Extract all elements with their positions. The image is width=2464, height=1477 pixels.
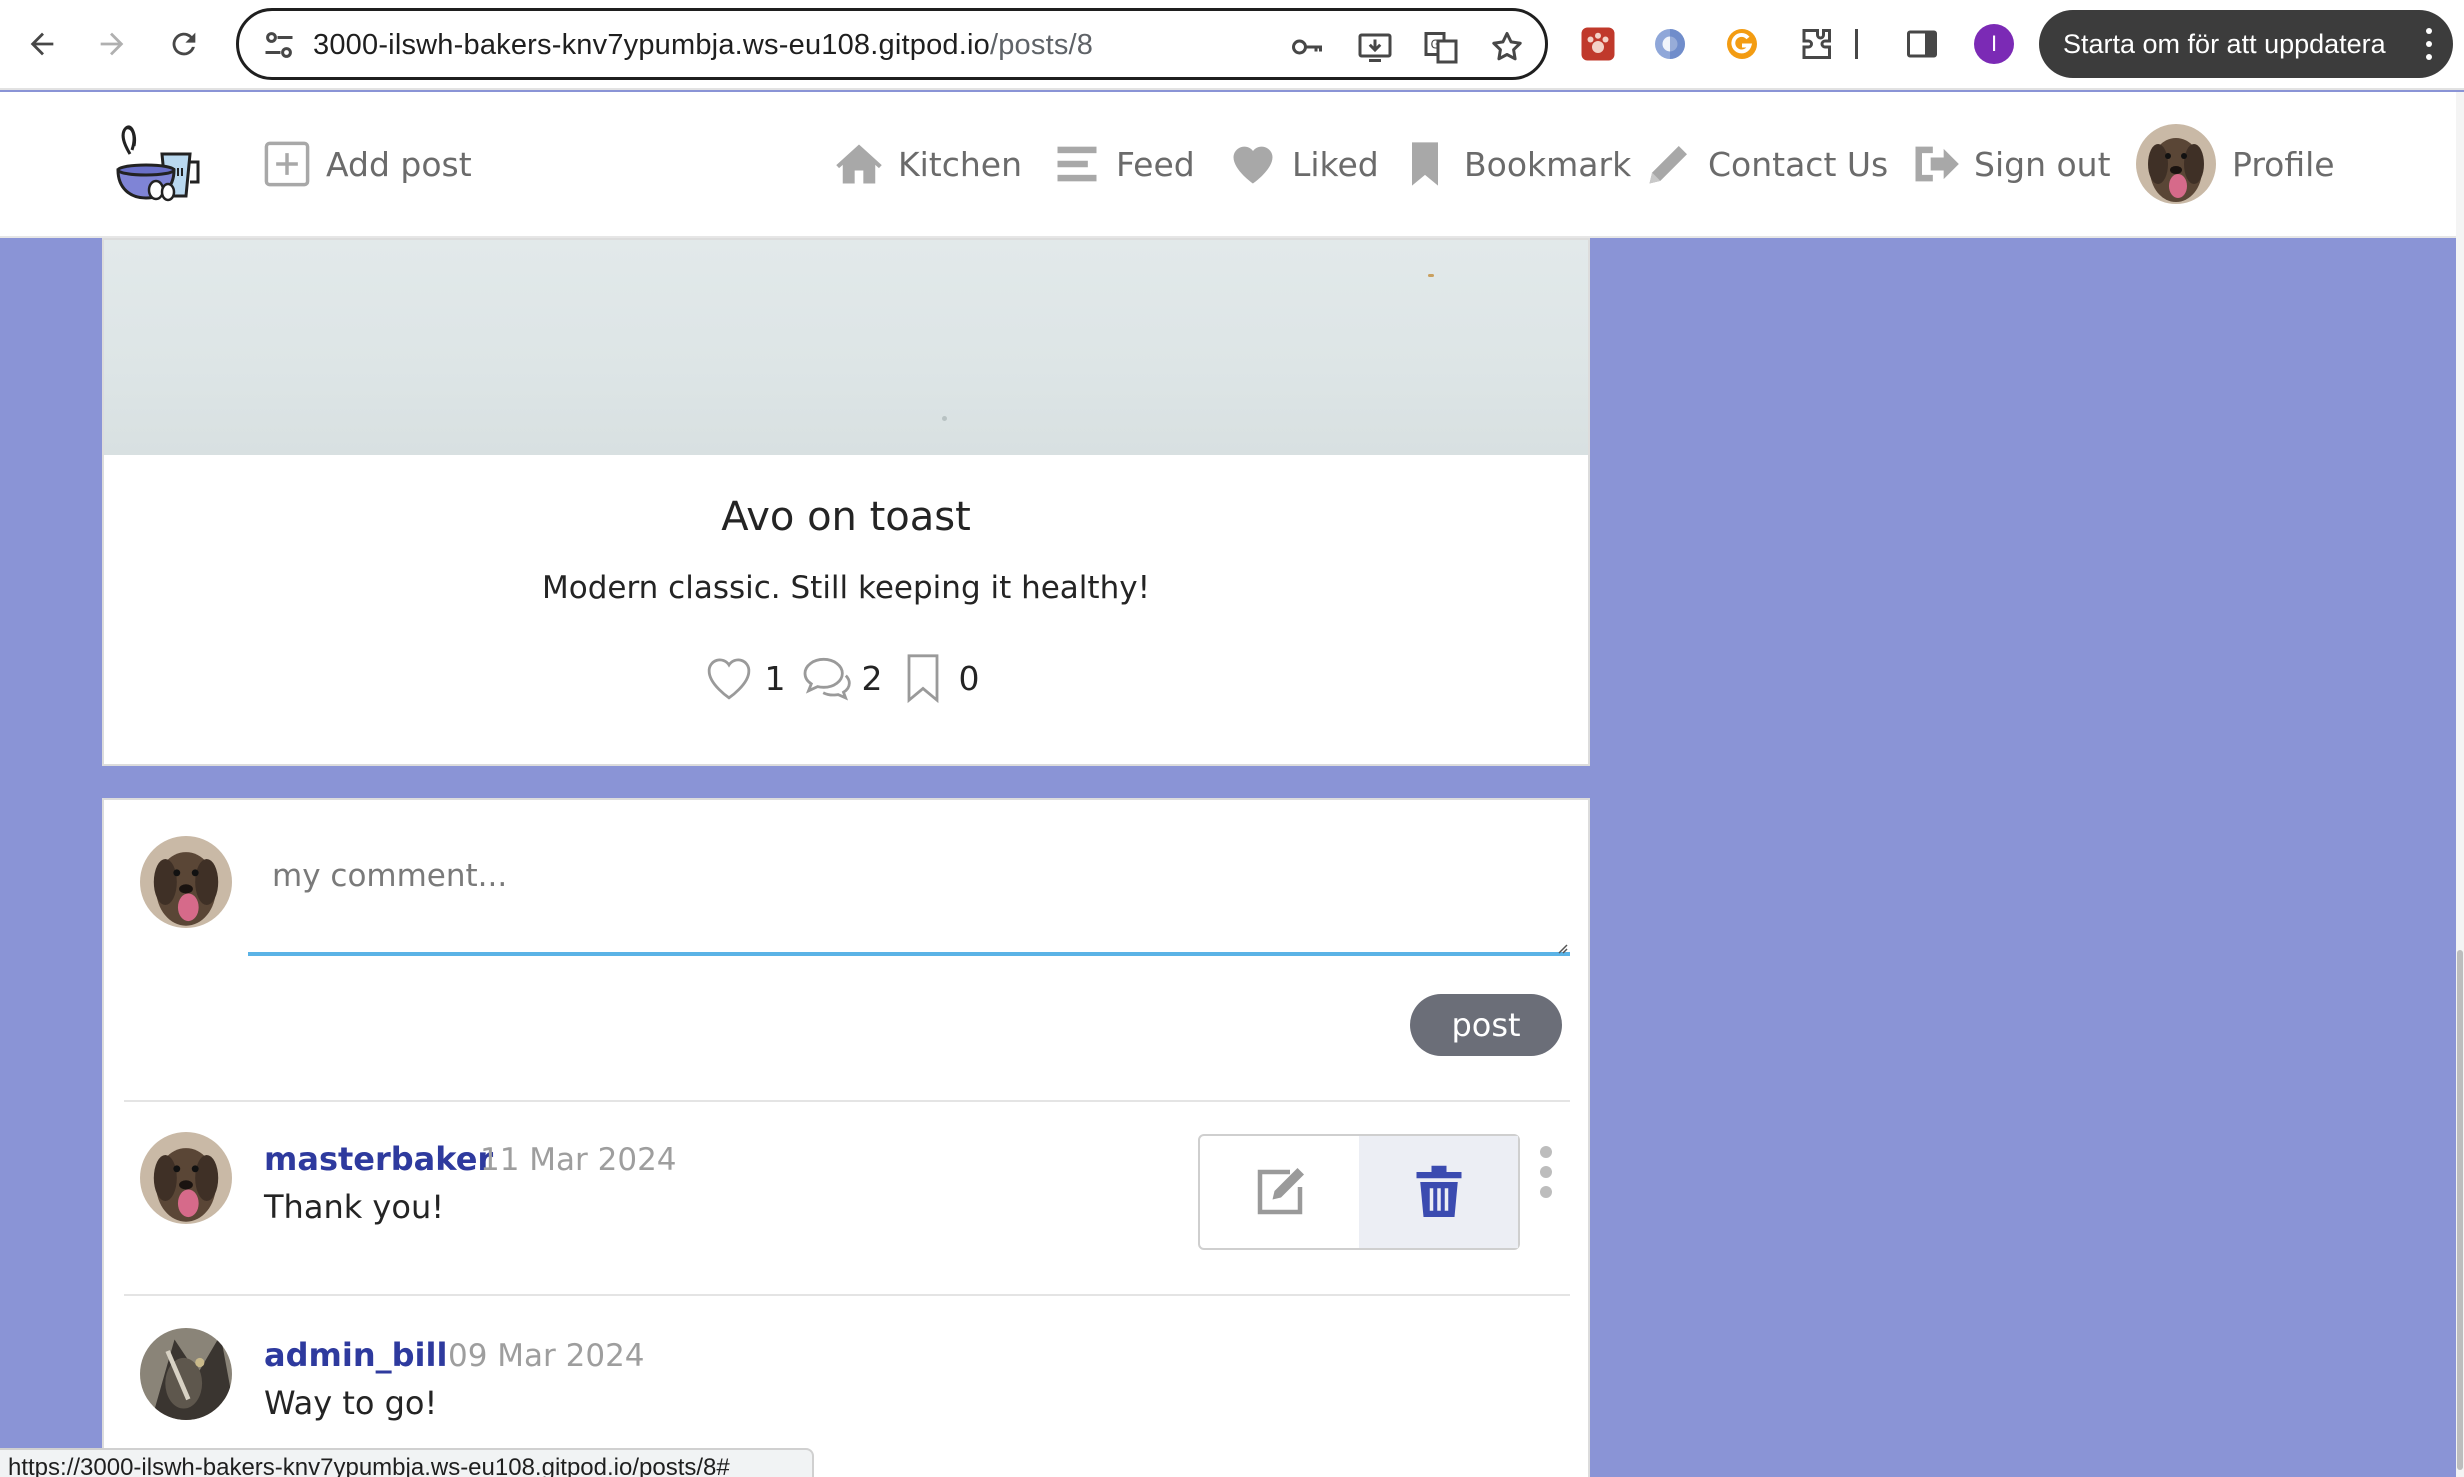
arrow-left-icon (30, 32, 54, 56)
more-vertical-icon (2426, 28, 2432, 60)
pencil-icon (1642, 137, 1696, 191)
edit-icon (1257, 1168, 1304, 1215)
svg-text:G: G (1431, 38, 1440, 52)
comment-actions-dropdown (1198, 1134, 1520, 1250)
comment-author-link[interactable]: masterbaker (264, 1140, 493, 1178)
post-title: Avo on toast (721, 494, 971, 540)
extension-g-icon[interactable] (1720, 22, 1764, 66)
nav-add-post-label: Add post (326, 144, 472, 184)
nav-add-post[interactable]: Add post (260, 134, 472, 194)
browser-toolbar: 3000-ilswh-bakers-knv7ypumbja.ws-eu108.g… (0, 0, 2464, 90)
dog-avatar-icon (2136, 124, 2216, 204)
bookmarks-count: 0 (958, 658, 980, 698)
post-comment-button[interactable]: post (1410, 994, 1562, 1056)
delete-comment-button[interactable] (1359, 1136, 1518, 1248)
avatar[interactable] (140, 836, 232, 928)
side-panel-icon[interactable] (1900, 22, 1944, 66)
nav-sign-out-label: Sign out (1974, 144, 2111, 184)
toolbar-separator (1846, 22, 1866, 66)
avatar (2136, 124, 2216, 204)
arrow-right-icon (100, 32, 124, 56)
resize-grip-icon[interactable] (1554, 940, 1568, 954)
forward-button[interactable] (88, 20, 136, 68)
nav-feed[interactable]: Feed (1050, 134, 1195, 194)
dog-avatar-icon (140, 836, 232, 928)
comment-text: Way to go! (264, 1384, 438, 1422)
nav-profile-label: Profile (2232, 144, 2335, 184)
heart-outline-icon[interactable] (701, 650, 757, 706)
comment-author-link[interactable]: admin_bill (264, 1336, 447, 1374)
url-host: 3000-ilswh-bakers-knv7ypumbja.ws-eu108.g… (313, 29, 990, 61)
sign-out-icon (1908, 137, 1962, 191)
star-icon[interactable] (1489, 29, 1525, 65)
browser-profile-avatar[interactable]: I (1972, 22, 2016, 66)
link-status-bar: https://3000-ilswh-bakers-knv7ypumbja.ws… (0, 1448, 814, 1477)
comment-date: 09 Mar 2024 (448, 1338, 645, 1374)
bakery-logo-icon[interactable] (112, 124, 208, 208)
site-settings-icon[interactable] (261, 27, 297, 63)
heart-icon (1226, 137, 1280, 191)
nav-kitchen-label: Kitchen (898, 144, 1023, 184)
nav-sign-out[interactable]: Sign out (1908, 134, 2111, 194)
comments-card: post masterbaker 11 Mar 2024 Thank you! (102, 798, 1590, 1477)
nav-bookmark-label: Bookmark (1464, 144, 1632, 184)
nav-bookmark[interactable]: Bookmark (1398, 134, 1631, 194)
nav-liked-label: Liked (1292, 144, 1379, 184)
nav-profile[interactable]: Profile (2136, 124, 2335, 204)
cat-avatar-icon (140, 1328, 232, 1420)
app-navbar: Add post Kitchen Feed Liked Bookmark Con… (0, 92, 2456, 238)
more-vertical-icon[interactable] (1536, 1145, 1556, 1199)
bookmark-icon (1398, 137, 1452, 191)
page-scrollbar-thumb[interactable] (2457, 950, 2463, 1470)
address-bar[interactable]: 3000-ilswh-bakers-knv7ypumbja.ws-eu108.g… (236, 8, 1548, 80)
restart-to-update-button[interactable]: Starta om för att uppdatera (2039, 10, 2453, 78)
edit-comment-button[interactable] (1200, 1136, 1359, 1248)
feed-lines-icon (1050, 137, 1104, 191)
nav-feed-label: Feed (1116, 144, 1195, 184)
profile-initial: I (1974, 24, 2014, 64)
trash-icon (1416, 1165, 1461, 1217)
comment-date: 11 Mar 2024 (480, 1142, 677, 1178)
nav-contact-us[interactable]: Contact Us (1642, 134, 1888, 194)
plus-square-icon (260, 137, 314, 191)
nav-liked[interactable]: Liked (1226, 134, 1379, 194)
url-text[interactable]: 3000-ilswh-bakers-knv7ypumbja.ws-eu108.g… (313, 29, 1093, 62)
translate-icon[interactable]: G (1423, 29, 1459, 65)
dog-avatar-icon (140, 1132, 232, 1224)
post-card: Avo on toast Modern classic. Still keepi… (102, 238, 1590, 766)
comment-textarea[interactable] (248, 844, 1570, 956)
comments-count: 2 (861, 658, 883, 698)
avatar[interactable] (140, 1132, 232, 1224)
reload-button[interactable] (160, 20, 208, 68)
home-icon (832, 137, 886, 191)
post-description: Modern classic. Still keeping it healthy… (542, 570, 1150, 606)
extensions-puzzle-icon[interactable] (1794, 22, 1838, 66)
back-button[interactable] (18, 20, 66, 68)
reload-icon (172, 32, 196, 56)
divider (124, 1294, 1570, 1296)
key-icon[interactable] (1289, 29, 1325, 65)
bookmark-outline-icon[interactable] (895, 650, 951, 706)
divider (124, 1100, 1570, 1102)
post-image (104, 240, 1588, 455)
restart-to-update-label: Starta om för att uppdatera (2063, 28, 2386, 59)
comment-text: Thank you! (264, 1188, 445, 1226)
extension-paw-icon[interactable] (1576, 22, 1620, 66)
nav-contact-us-label: Contact Us (1708, 144, 1889, 184)
avatar[interactable] (140, 1328, 232, 1420)
likes-count: 1 (764, 658, 786, 698)
post-stats: 1 2 0 (104, 650, 1588, 706)
url-path: /posts/8 (989, 29, 1094, 61)
comments-icon[interactable] (798, 650, 854, 706)
nav-kitchen[interactable]: Kitchen (832, 134, 1022, 194)
extension-circle-icon[interactable] (1648, 22, 1692, 66)
install-app-icon[interactable] (1357, 29, 1393, 65)
